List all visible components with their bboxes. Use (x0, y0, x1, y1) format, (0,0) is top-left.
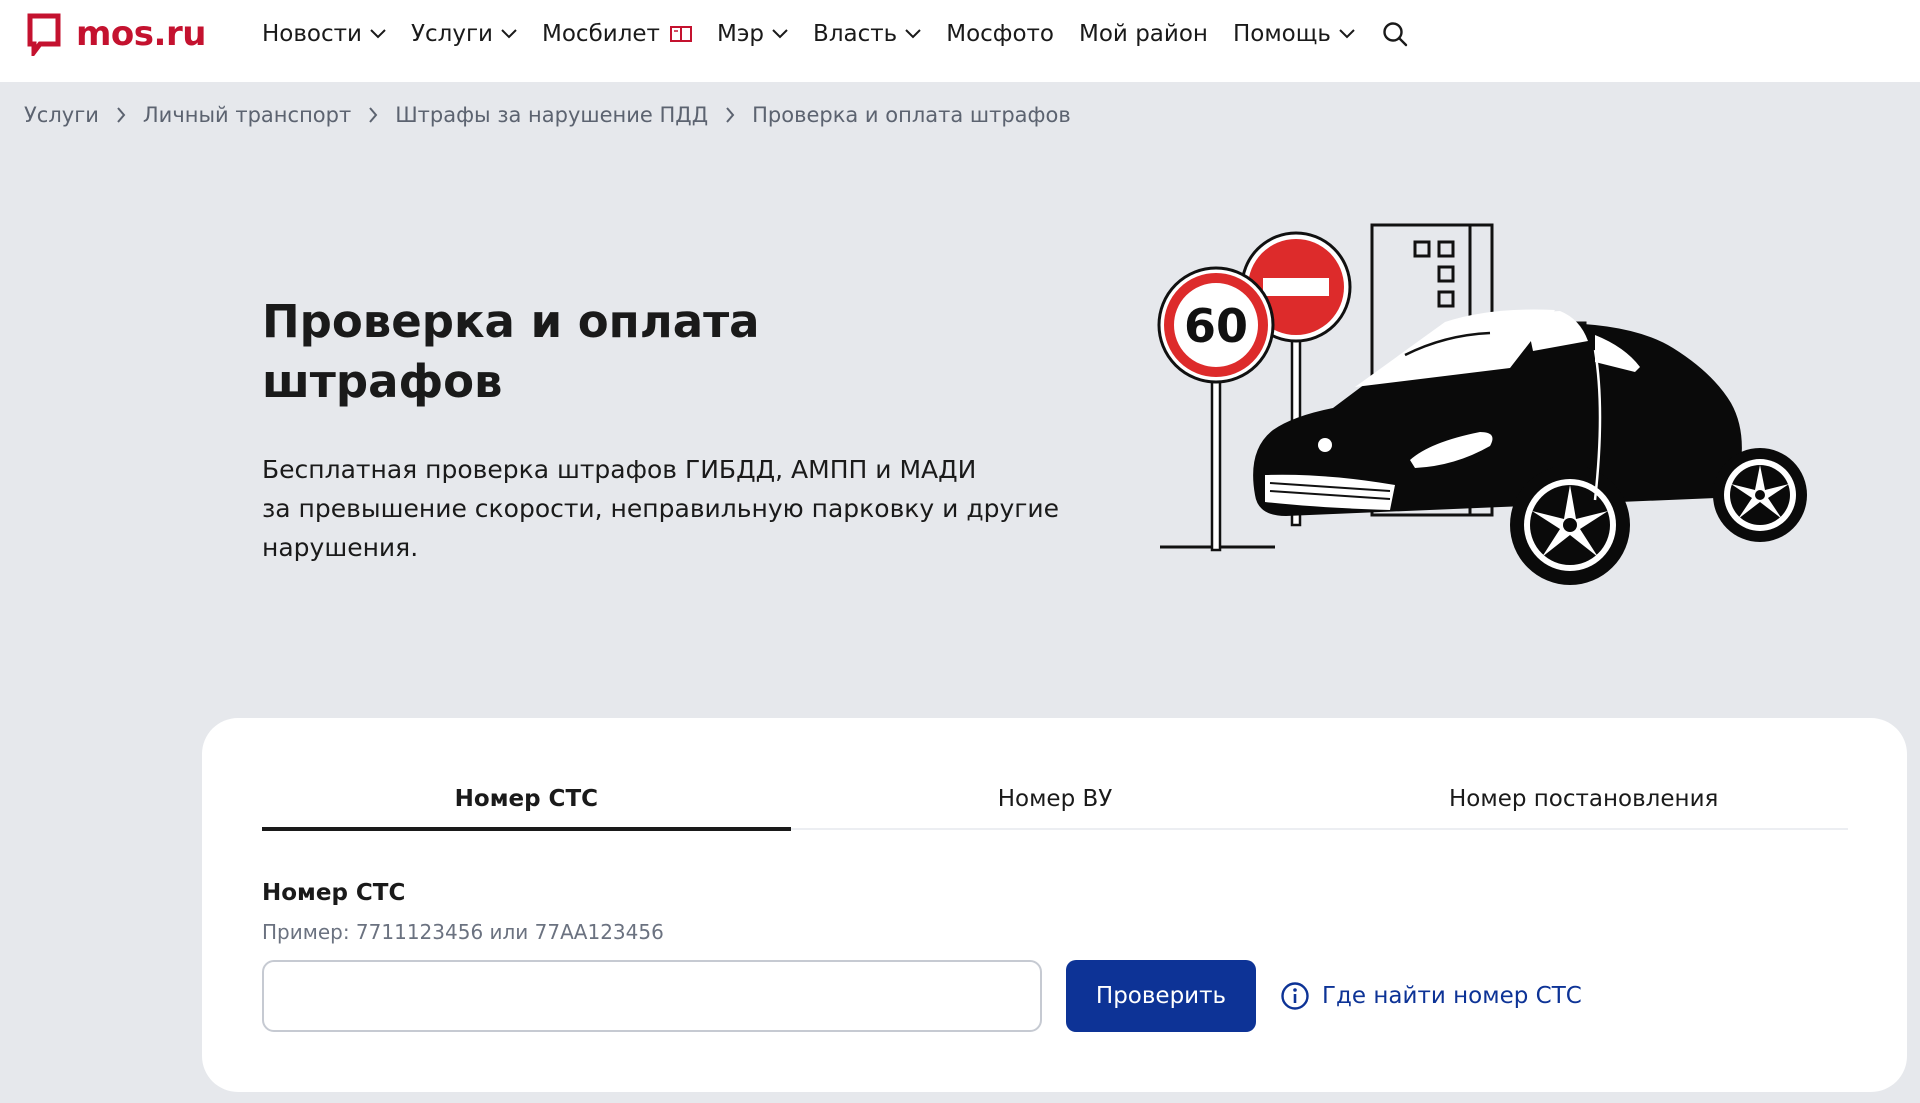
tab-sts-number[interactable]: Номер СТС (262, 770, 791, 831)
nav-item-label: Мой район (1079, 21, 1208, 47)
nav-item-label: Мэр (716, 21, 765, 47)
page-description-line-1: Бесплатная проверка штрафов ГИБДД, АМПП … (262, 455, 977, 484)
chevron-down-icon (772, 29, 788, 39)
nav-item-label: Помощь (1232, 21, 1331, 47)
chevron-down-icon (501, 29, 517, 39)
logo-icon (27, 13, 61, 56)
logo-text: mos.ru (76, 14, 206, 54)
sts-number-input[interactable] (262, 960, 1042, 1032)
tab-resolution-number[interactable]: Номер постановления (1319, 770, 1848, 828)
site-header: mos.ru Новости Услуги Мосбилет Мэр Власт… (0, 0, 1920, 82)
nav-item-government[interactable]: Власть (813, 21, 921, 47)
nav-item-label: Новости (262, 21, 362, 47)
page-description-line-3: нарушения. (262, 533, 419, 562)
nav-item-my-district[interactable]: Мой район (1079, 21, 1208, 47)
site-logo[interactable]: mos.ru (26, 10, 206, 58)
page-title: Проверка и оплата штрафов (262, 292, 902, 412)
main-nav: Новости Услуги Мосбилет Мэр Власть Мосфо… (262, 14, 1408, 54)
breadcrumb-item-traffic-fines[interactable]: Штрафы за нарушение ПДД (395, 103, 708, 127)
nav-item-label: Мосбилет (542, 21, 660, 47)
check-button[interactable]: Проверить (1066, 960, 1256, 1032)
chevron-right-icon (368, 107, 378, 123)
breadcrumb: Услуги Личный транспорт Штрафы за наруше… (24, 100, 1071, 130)
nav-item-label: Услуги (411, 21, 494, 47)
nav-item-help[interactable]: Помощь (1233, 21, 1355, 47)
where-to-find-sts-link[interactable]: Где найти номер СТС (1280, 960, 1582, 1032)
chevron-down-icon (370, 29, 386, 39)
help-link-label: Где найти номер СТС (1322, 983, 1582, 1009)
search-type-tabs: Номер СТС Номер ВУ Номер постановления (262, 770, 1848, 831)
chevron-right-icon (725, 107, 735, 123)
nav-item-mosbilet[interactable]: Мосбилет (542, 21, 692, 47)
nav-item-label: Власть (813, 21, 898, 47)
nav-item-services[interactable]: Услуги (411, 21, 517, 47)
fine-check-card: Номер СТС Номер ВУ Номер постановления Н… (202, 718, 1907, 1092)
car-icon (1253, 309, 1807, 585)
tab-license-number[interactable]: Номер ВУ (791, 770, 1320, 828)
breadcrumb-item-personal-transport[interactable]: Личный транспорт (143, 103, 351, 127)
page-title-line-1: Проверка и оплата (262, 295, 760, 348)
breadcrumb-item-services[interactable]: Услуги (24, 103, 99, 127)
chevron-down-icon (905, 29, 921, 39)
page-description: Бесплатная проверка штрафов ГИБДД, АМПП … (262, 450, 1092, 567)
info-icon (1281, 982, 1309, 1010)
search-button[interactable] (1382, 21, 1408, 47)
ticket-icon (669, 26, 692, 42)
breadcrumb-item-current: Проверка и оплата штрафов (752, 103, 1071, 127)
chevron-down-icon (1339, 29, 1355, 39)
speed-limit-sign-icon: 60 (1157, 266, 1275, 384)
hero-illustration: 60 (1157, 223, 1807, 585)
sts-field-label: Номер СТС (262, 880, 406, 906)
chevron-right-icon (116, 107, 126, 123)
search-icon (1383, 22, 1408, 47)
page-description-line-2: за превышение скорости, неправильную пар… (262, 494, 1060, 523)
page-title-line-2: штрафов (262, 355, 503, 408)
nav-item-news[interactable]: Новости (262, 21, 386, 47)
sts-field-hint: Пример: 7711123456 или 77АА123456 (262, 920, 664, 944)
nav-item-mayor[interactable]: Мэр (717, 21, 788, 47)
speed-limit-value: 60 (1184, 299, 1248, 353)
nav-item-mosfoto[interactable]: Мосфото (946, 21, 1054, 47)
nav-item-label: Мосфото (946, 21, 1055, 47)
